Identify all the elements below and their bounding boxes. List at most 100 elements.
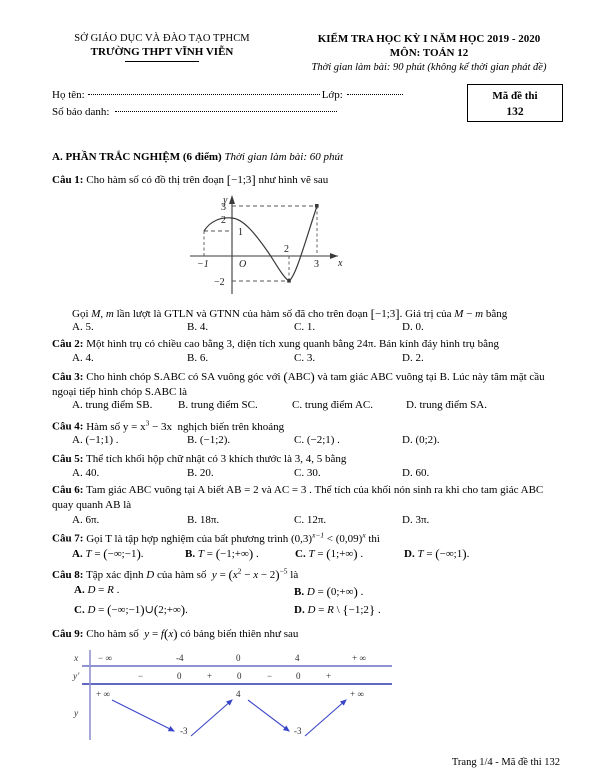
- option-1-a[interactable]: A. 5.: [72, 321, 94, 333]
- question-9: Câu 9: Cho hàm số y = f(x) có bảng biến …: [52, 625, 562, 642]
- x-value-4: 4: [295, 653, 300, 663]
- point-max: [315, 204, 319, 208]
- exam-title: KIỂM TRA HỌC KỲ I NĂM HỌC 2019 - 2020: [317, 33, 541, 45]
- option-7-a[interactable]: A. T = (−∞;−1).: [72, 546, 144, 562]
- option-3-d[interactable]: D. trung điểm SA.: [406, 399, 487, 411]
- page-footer: Trang 1/4 - Mã đề thi 132: [451, 757, 560, 768]
- yp-zero-1: 0: [177, 671, 182, 681]
- class-label: Lớp:: [321, 89, 343, 101]
- question-1-options: A. 5. B. 4. C. 1. D. 0.: [52, 321, 564, 335]
- tick-x-3: 3: [314, 259, 319, 270]
- option-6-d[interactable]: D. 3π.: [402, 514, 429, 526]
- option-5-d[interactable]: D. 60.: [402, 467, 429, 479]
- section-a-heading: A. PHẦN TRẮC NGHIỆM (6 điểm) Thời gian l…: [52, 151, 343, 163]
- y-axis-arrow: [229, 195, 235, 204]
- question-6-label: Câu 6:: [52, 484, 84, 496]
- option-3-c[interactable]: C. trung điểm AC.: [292, 399, 373, 411]
- option-1-c[interactable]: C. 1.: [294, 321, 315, 333]
- question-7: Câu 7: Gọi T là tập hợp nghiệm của bất p…: [52, 530, 562, 546]
- question-2: Câu 2: Một hình trụ có chiều cao bằng 3,…: [52, 337, 562, 352]
- exam-page: SỞ GIÁO DỤC VÀ ĐÀO TẠO TPHCM TRƯỜNG THPT…: [0, 0, 598, 783]
- tick-y-2: 2: [221, 215, 226, 226]
- option-3-b[interactable]: B. trung điểm SC.: [178, 399, 258, 411]
- question-4-label: Câu 4:: [52, 420, 84, 433]
- question-4-options: A. (−1;1) . B. (−1;2). C. (−2;1) . D. (0…: [52, 434, 564, 448]
- page-header: SỞ GIÁO DỤC VÀ ĐÀO TẠO TPHCM TRƯỜNG THPT…: [0, 33, 598, 85]
- question-1-text: Cho hàm số có đồ thị trên đoạn [−1;3] nh…: [86, 172, 329, 187]
- option-6-b[interactable]: B. 18π.: [187, 514, 219, 526]
- class-input[interactable]: [346, 94, 403, 95]
- option-4-c[interactable]: C. (−2;1) .: [294, 434, 340, 446]
- row-label-yprime: y': [72, 672, 80, 682]
- option-4-d[interactable]: D. (0;2).: [402, 434, 440, 446]
- option-6-a[interactable]: A. 6π.: [72, 514, 99, 526]
- question-1: Câu 1: Cho hàm số có đồ thị trên đoạn [−…: [52, 171, 562, 188]
- question-8-text: Tập xác định D của hàm số y = (x2 − x − …: [86, 566, 299, 582]
- question-5: Câu 5: Thể tích khối hộp chữ nhật có 3 k…: [52, 452, 562, 467]
- option-7-d[interactable]: D. T = (−∞;1).: [404, 546, 469, 562]
- option-2-d[interactable]: D. 2.: [402, 352, 424, 364]
- question-2-text: Một hình trụ có chiều cao bằng 3, diện t…: [86, 338, 500, 350]
- option-8-b[interactable]: B. D = (0;+∞) .: [294, 584, 363, 600]
- question-2-label: Câu 2:: [52, 338, 84, 350]
- section-a-title: A. PHẦN TRẮC NGHIỆM (6 điểm): [52, 151, 222, 163]
- yp-sign-3: −: [267, 671, 272, 681]
- header-divider: [125, 61, 199, 63]
- arrow-down-1: [111, 699, 175, 732]
- yp-sign-1: −: [138, 671, 143, 681]
- arrow-down-2: [247, 699, 290, 732]
- question-7-options: A. T = (−∞;−1). B. T = (−1;+∞) . C. T = …: [52, 546, 564, 562]
- option-4-b[interactable]: B. (−1;2).: [187, 434, 230, 446]
- x-axis-label: x: [337, 258, 343, 269]
- department-name: SỞ GIÁO DỤC VÀ ĐÀO TẠO TPHCM: [74, 33, 250, 44]
- question-6-options: A. 6π. B. 18π. C. 12π. D. 3π.: [52, 514, 564, 528]
- option-2-c[interactable]: C. 3.: [294, 352, 315, 364]
- question-1-label: Câu 1:: [52, 174, 84, 186]
- option-8-a[interactable]: A. D = R .: [74, 584, 119, 596]
- question-4: Câu 4: Hàm số y = x3 − 3x nghịch biến tr…: [52, 418, 562, 434]
- exam-code-title: Mã đề thi: [492, 90, 538, 102]
- question-3-label: Câu 3:: [52, 371, 84, 383]
- question-7-text: Gọi T là tập hợp nghiệm của bất phương t…: [86, 530, 380, 545]
- name-input[interactable]: [87, 94, 320, 95]
- yp-sign-2: +: [207, 671, 212, 681]
- option-4-a[interactable]: A. (−1;1) .: [72, 434, 119, 446]
- y-value-end: + ∞: [350, 689, 364, 699]
- option-1-b[interactable]: B. 4.: [187, 321, 208, 333]
- option-8-c[interactable]: C. D = (−∞;−1)∪(2;+∞).: [74, 602, 188, 618]
- school-name: TRƯỜNG THPT VĨNH VIỄN: [90, 46, 234, 58]
- option-1-d[interactable]: D. 0.: [402, 321, 424, 333]
- y-value-min1: -3: [180, 726, 188, 736]
- arrow-up-1: [190, 699, 233, 737]
- name-label: Họ tên:: [52, 89, 85, 101]
- option-7-c[interactable]: C. T = (1;+∞) .: [295, 546, 363, 562]
- option-5-b[interactable]: B. 20.: [187, 467, 214, 479]
- option-2-a[interactable]: A. 4.: [72, 352, 94, 364]
- question-1-part2: Gọi M, m lần lượt là GTLN và GTNN của hà…: [72, 305, 564, 322]
- school-block: SỞ GIÁO DỤC VÀ ĐÀO TẠO TPHCM TRƯỜNG THPT…: [48, 33, 276, 63]
- question-1-text2: Gọi M, m lần lượt là GTLN và GTNN của hà…: [72, 306, 508, 321]
- question-9-variation-table: x y' y − ∞ -4 0 4 + ∞ − 0 + 0 − 0 + + ∞ …: [64, 648, 494, 746]
- exam-code-value: 132: [506, 106, 524, 118]
- exam-subject: MÔN: TOÁN 12: [389, 47, 469, 59]
- option-2-b[interactable]: B. 6.: [187, 352, 208, 364]
- sbd-input[interactable]: [115, 111, 338, 112]
- option-6-c[interactable]: C. 12π.: [294, 514, 326, 526]
- name-row: Họ tên: Lớp:: [52, 89, 472, 101]
- x-value-neg-inf: − ∞: [98, 653, 112, 663]
- tick-x-neg1: −1: [197, 259, 209, 270]
- row-label-x: x: [73, 654, 79, 664]
- exam-duration: Thời gian làm bài: 90 phút (không kể thờ…: [311, 62, 547, 73]
- option-8-d[interactable]: D. D = R \ {−1;2} .: [294, 602, 381, 618]
- option-7-b[interactable]: B. T = (−1;+∞) .: [185, 546, 259, 562]
- sbd-label: Số báo danh:: [52, 106, 110, 118]
- exam-title-block: KIỂM TRA HỌC KỲ I NĂM HỌC 2019 - 2020 MÔ…: [268, 33, 590, 73]
- option-5-a[interactable]: A. 40.: [72, 467, 99, 479]
- origin-label: O: [239, 259, 246, 270]
- yp-zero-3: 0: [296, 671, 301, 681]
- option-3-a[interactable]: A. trung điểm SB.: [72, 399, 152, 411]
- row-label-y: y: [73, 709, 79, 719]
- question-3: Câu 3: Cho hình chóp S.ABC có SA vuông g…: [52, 368, 562, 400]
- identity-block: Họ tên: Lớp: Số báo danh: Mã đề thi 132: [0, 84, 598, 133]
- option-5-c[interactable]: C. 30.: [294, 467, 321, 479]
